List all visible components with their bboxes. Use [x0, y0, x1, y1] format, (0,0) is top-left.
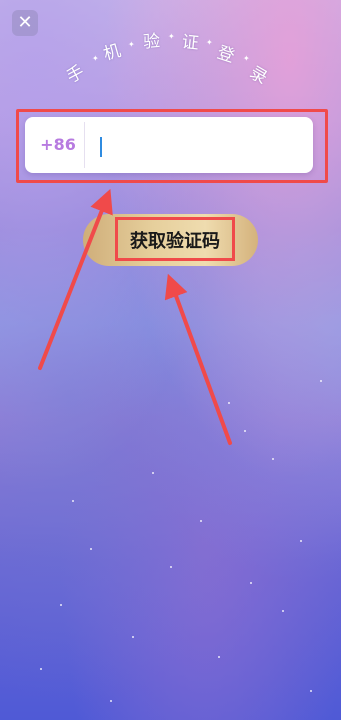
annotation-arrows — [38, 188, 232, 445]
arrow-to-phone-field — [38, 188, 113, 370]
arrow-to-get-code-button — [164, 273, 232, 445]
